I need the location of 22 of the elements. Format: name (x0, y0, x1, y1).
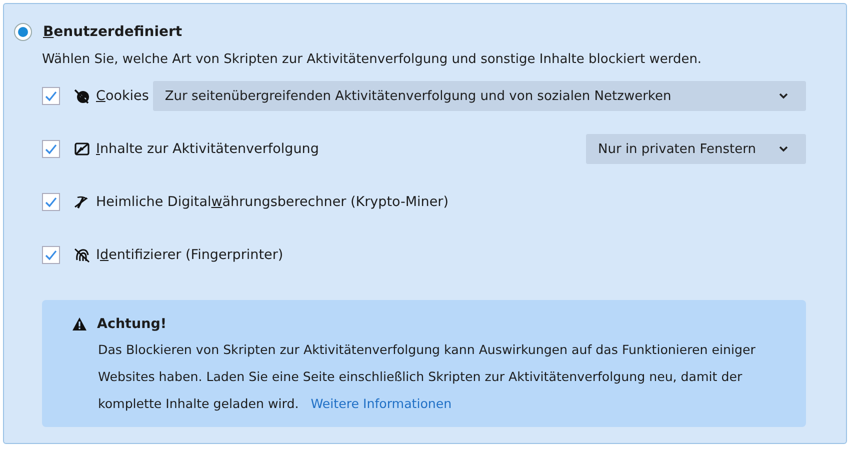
checkbox-label[interactable]: Identifizierer (Fingerprinter) (96, 247, 284, 263)
cookie-icon (74, 88, 90, 104)
checkbox[interactable] (42, 140, 60, 158)
dropdown[interactable]: Zur seitenübergreifenden Aktivitätenverfolgung und von sozialen Netzwerken (152, 81, 806, 111)
warning-title: Achtung! (97, 316, 167, 332)
radio-button[interactable] (14, 23, 32, 41)
blocked-content-icon (74, 141, 90, 157)
warning-text: Das Blockieren von Skripten zur Aktivitätenverfolgung kann Auswirkungen auf das Funktionieren einiger Websites haben. Laden Sie eine Seite einschließlich Skripten zur Aktivitätenverfolgung neu, damit der komplette Inhalte geladen wird. Weitere Informationen (98, 341, 756, 413)
checkbox-label[interactable]: Cookies (96, 88, 149, 104)
checkbox[interactable] (42, 87, 60, 105)
checkbox-label[interactable]: Heimliche Digitalwährungsberechner (Krypto-Miner) (96, 194, 448, 210)
chevron-icon (779, 146, 788, 152)
warning-icon (72, 317, 87, 331)
checkbox[interactable] (42, 246, 60, 264)
checkbox-label[interactable]: Inhalte zur Aktivitätenverfolgung (96, 141, 319, 157)
fingerprint-icon (74, 247, 90, 263)
option-title[interactable]: Benutzerdefiniert (43, 24, 182, 40)
checkbox[interactable] (42, 193, 60, 211)
pickaxe-icon (74, 194, 90, 210)
dropdown[interactable]: Nur in privaten Fenstern (586, 134, 806, 164)
description: Wählen Sie, welche Art von Skripten zur Aktivitätenverfolgung und sonstige Inhalte blockiert werden. (42, 52, 703, 67)
chevron-icon (779, 93, 788, 99)
